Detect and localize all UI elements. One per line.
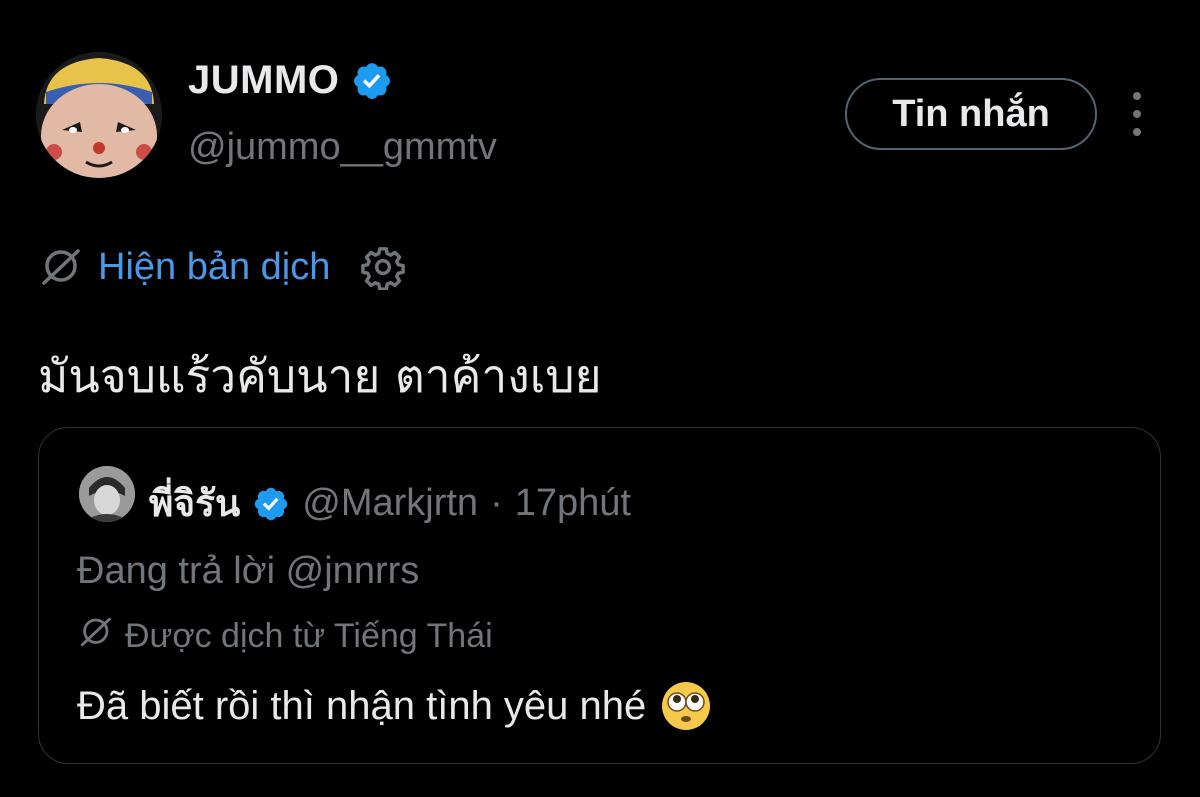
avatar-image — [36, 52, 162, 178]
translate-icon — [40, 247, 80, 287]
translate-row: Hiện bản dịch — [40, 244, 406, 290]
translate-icon — [79, 616, 111, 657]
tweet-text: มันจบแร้วคับนาย ตาค้างเบย — [38, 349, 602, 403]
verified-badge-icon — [351, 60, 393, 102]
profile-handle[interactable]: @jummo__gmmtv — [188, 126, 497, 169]
separator-dot: · — [490, 482, 503, 524]
avatar[interactable] — [36, 52, 162, 178]
show-translation-link[interactable]: Hiện bản dịch — [98, 246, 330, 289]
quote-display-name[interactable]: พี่จิรัน — [149, 474, 240, 533]
profile-name-row[interactable]: JUMMO — [188, 58, 393, 103]
quote-timestamp[interactable]: 17phút — [515, 482, 631, 525]
verified-badge-icon — [252, 485, 290, 523]
quote-handle[interactable]: @Markjrtn — [302, 482, 478, 525]
quote-header: พี่จิรัน @Markjrtn · 17phút — [149, 474, 631, 533]
tweet-view: JUMMO @jummo__gmmtv Tin nhắn Hiện bản dị… — [0, 0, 1200, 797]
flushed-eyes-emoji-icon — [660, 680, 712, 732]
replying-to-text: Đang trả lời @jnnrrs — [77, 550, 420, 592]
translated-from-label: Được dịch từ Tiếng Thái — [125, 617, 493, 655]
display-name[interactable]: JUMMO — [188, 58, 339, 103]
translated-from-row: Được dịch từ Tiếng Thái — [79, 616, 493, 657]
gear-icon[interactable] — [360, 244, 406, 290]
quote-avatar[interactable] — [79, 466, 135, 522]
quote-text-row: Đã biết rồi thì nhận tình yêu nhé — [77, 680, 712, 732]
quote-text: Đã biết rồi thì nhận tình yêu nhé — [77, 683, 647, 728]
message-button[interactable]: Tin nhắn — [845, 78, 1097, 150]
more-vertical-icon[interactable] — [1120, 92, 1154, 136]
quoted-tweet-card[interactable]: พี่จิรัน @Markjrtn · 17phút Đang trả lời… — [38, 427, 1161, 764]
